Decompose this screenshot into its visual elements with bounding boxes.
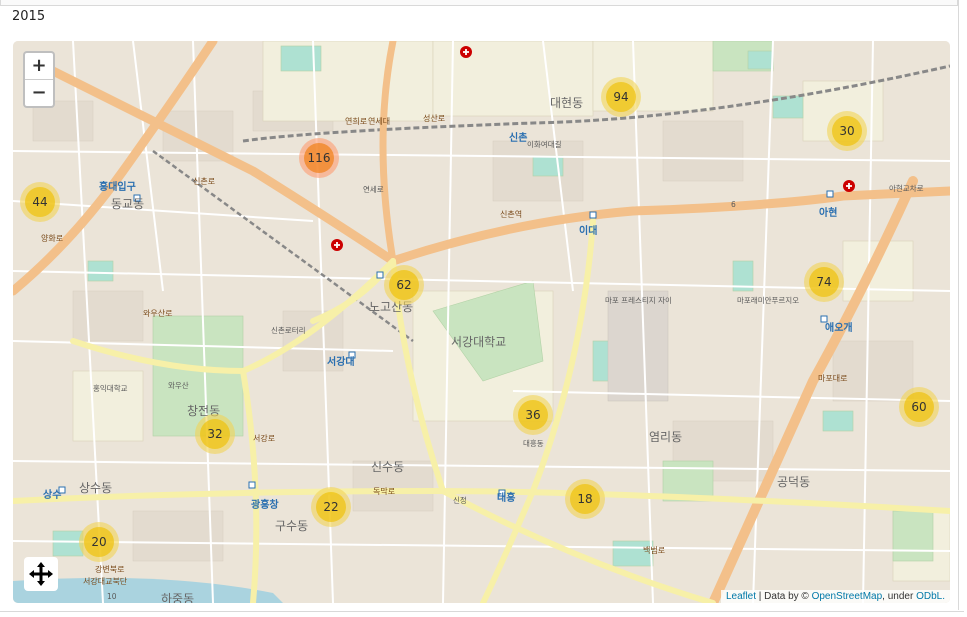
label-hajung: 하중동: [161, 592, 194, 603]
label-route-10: 10: [107, 592, 117, 601]
label-yeonse-univ: 연세대: [368, 117, 390, 126]
label-yeonhui: 연희로: [345, 116, 367, 126]
move-icon[interactable]: [24, 557, 58, 591]
label-sinchon: 신촌: [509, 131, 527, 144]
cluster-marker[interactable]: 22: [311, 487, 351, 527]
label-sinchon-station: 신촌역: [500, 209, 522, 219]
cluster-marker[interactable]: 18: [565, 479, 605, 519]
cluster-marker[interactable]: 94: [601, 77, 641, 117]
label-sinjeong: 신정: [453, 495, 467, 505]
zoom-control: + −: [23, 51, 55, 108]
cluster-marker[interactable]: 60: [899, 387, 939, 427]
label-sogang: 서강대: [327, 355, 355, 368]
right-frame: [958, 0, 965, 610]
cluster-marker[interactable]: 36: [513, 395, 553, 435]
label-mapo-ro: 마포대로: [818, 374, 847, 383]
label-ahyeon: 아현: [819, 206, 837, 219]
cluster-count: 20: [84, 527, 114, 557]
cluster-count: 74: [809, 267, 839, 297]
bottom-frame: [0, 611, 964, 612]
label-daehyeon: 대현동: [550, 96, 583, 110]
cluster-marker[interactable]: 62: [384, 265, 424, 305]
cluster-count: 30: [832, 116, 862, 146]
cluster-marker[interactable]: 116: [299, 138, 339, 178]
label-sangsu-dong: 상수동: [79, 481, 112, 495]
attribution-sep: | Data by ©: [756, 591, 812, 602]
label-seongsan-ro: 성산로: [423, 113, 445, 123]
label-donggyo: 동교동: [111, 197, 144, 211]
label-sogang-univ: 서강대학교: [451, 335, 506, 349]
odbl-link[interactable]: ODbL.: [916, 591, 945, 602]
label-dokmak-ro: 독막로: [373, 486, 395, 496]
label-yanghwa-ro: 양화로: [41, 234, 63, 243]
cluster-count: 60: [904, 392, 934, 422]
label-gangbyeon: 강변북로: [95, 564, 124, 574]
label-baekbeom-ro: 백범로: [643, 545, 665, 555]
label-daeheung: 대흥: [497, 491, 515, 504]
cluster-count: 36: [518, 400, 548, 430]
label-gusu: 구수동: [275, 519, 308, 533]
label-sangsu: 상수: [43, 488, 61, 501]
label-wausan: 와우산: [168, 380, 189, 390]
osm-link[interactable]: OpenStreetMap: [812, 591, 883, 602]
cluster-count: 32: [200, 419, 230, 449]
page: 2015 홍대입구 동교동 신촌 신촌역 이대 이화여대길 아현 대현동 노고산…: [0, 0, 967, 617]
label-gwangheungchang: 광흥창: [251, 498, 279, 511]
cluster-count: 22: [316, 492, 346, 522]
label-daeheung-dong: 대흥동: [523, 438, 544, 448]
label-ahyeon-junction: 아현교차로: [889, 183, 924, 193]
label-aeogae: 애오개: [825, 321, 853, 334]
label-sinsu: 신수동: [371, 460, 404, 474]
leaflet-link[interactable]: Leaflet: [726, 591, 756, 602]
label-route-6: 6: [731, 200, 736, 209]
label-mapo-raemian: 마포래미안푸르지오: [737, 295, 799, 305]
attribution-under: , under: [882, 591, 917, 602]
label-yeomni: 염리동: [649, 430, 682, 444]
cluster-count: 18: [570, 484, 600, 514]
label-mapo-prestige: 마포 프레스티지 자이: [605, 295, 672, 305]
cluster-marker[interactable]: 20: [79, 522, 119, 562]
cluster-count: 44: [25, 187, 55, 217]
label-seogang-ro: 서강로: [253, 433, 275, 443]
label-wausan-ro: 와우산로: [143, 308, 172, 318]
cluster-count: 94: [606, 82, 636, 112]
label-sinchon-rotary: 신촌로터리: [271, 326, 306, 335]
map-container[interactable]: 홍대입구 동교동 신촌 신촌역 이대 이화여대길 아현 대현동 노고산동 서강대…: [13, 41, 950, 603]
cluster-count: 116: [304, 143, 334, 173]
label-seogang-bridge: 서강대교북단: [83, 576, 128, 586]
zoom-in-button[interactable]: +: [25, 53, 53, 80]
cluster-marker[interactable]: 32: [195, 414, 235, 454]
label-hongik-univ: 홍익대학교: [93, 383, 128, 393]
label-hongik-station: 홍대입구: [99, 180, 136, 193]
top-frame: [0, 0, 958, 6]
label-yeonse: 연세로: [363, 185, 384, 194]
cluster-marker[interactable]: 30: [827, 111, 867, 151]
cluster-count: 62: [389, 270, 419, 300]
map-tiles[interactable]: 홍대입구 동교동 신촌 신촌역 이대 이화여대길 아현 대현동 노고산동 서강대…: [13, 41, 950, 603]
label-gongdeok: 공덕동: [777, 475, 810, 489]
label-ewha-univ: 이화여대길: [527, 139, 562, 149]
label-sinchon-ro: 신촌로: [193, 177, 215, 186]
year-label: 2015: [12, 9, 46, 24]
cluster-marker[interactable]: 74: [804, 262, 844, 302]
label-ewha: 이대: [579, 224, 597, 237]
cluster-marker[interactable]: 44: [20, 182, 60, 222]
attribution: Leaflet | Data by © OpenStreetMap, under…: [720, 590, 950, 603]
zoom-out-button[interactable]: −: [25, 80, 53, 106]
